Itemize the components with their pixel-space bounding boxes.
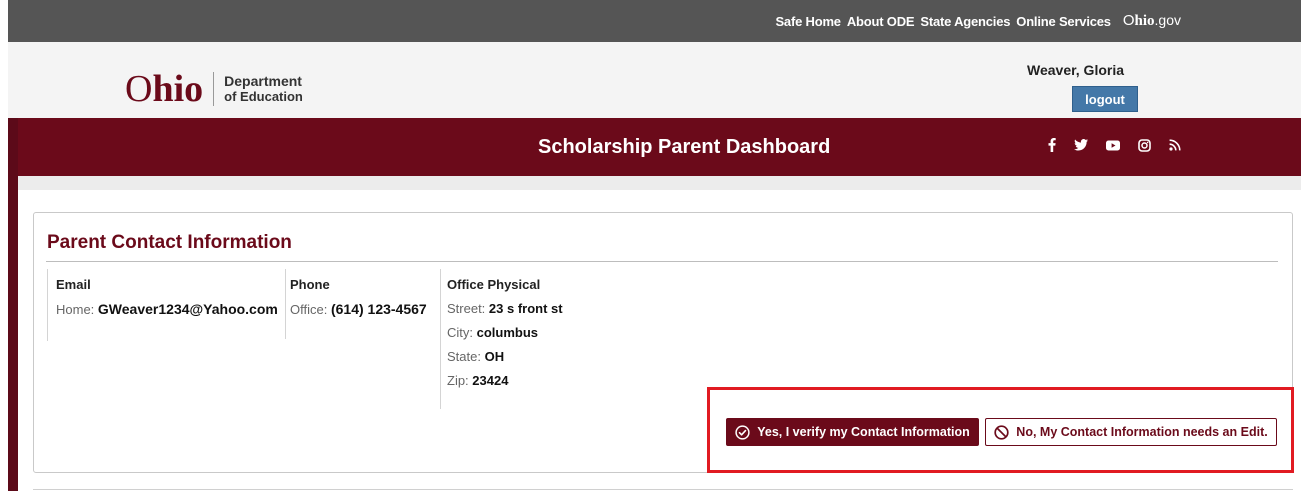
- logo-dept-line1: Department: [224, 73, 302, 89]
- street-value: 23 s front st: [488, 301, 563, 316]
- logo-divider: [213, 72, 215, 106]
- user-box: Weaver, Gloria logout: [1027, 62, 1147, 112]
- phone-office-value: (614) 123-4567: [330, 301, 427, 317]
- edit-contact-button[interactable]: No, My Contact Information needs an Edit…: [985, 418, 1277, 446]
- twitter-icon[interactable]: [1074, 137, 1088, 153]
- bottom-divider: [33, 489, 1293, 490]
- verify-contact-label: Yes, I verify my Contact Information: [757, 425, 970, 439]
- ban-icon: [994, 424, 1009, 440]
- online-services-link[interactable]: Online Services: [1016, 14, 1111, 29]
- banner: Scholarship Parent Dashboard: [8, 118, 1301, 176]
- page-title: Scholarship Parent Dashboard: [538, 136, 831, 158]
- youtube-icon[interactable]: [1106, 137, 1120, 153]
- page: Safe Home About ODE State Agencies Onlin…: [0, 0, 1301, 491]
- ohio-gov-suffix: .gov: [1154, 12, 1181, 28]
- street-row: Street: 23 s front st: [447, 301, 620, 316]
- email-home-row: Home: GWeaver1234@Yahoo.com: [56, 301, 285, 317]
- about-ode-link[interactable]: About ODE: [847, 14, 915, 29]
- logo-ohio-wordmark: Ohio: [125, 68, 204, 110]
- social-links: [1048, 137, 1181, 153]
- zip-row: Zip: 23424: [447, 373, 620, 388]
- email-home-label: Home:: [56, 302, 95, 317]
- city-row: City: columbus: [447, 325, 620, 340]
- state-label: State:: [447, 349, 481, 364]
- state-agencies-link[interactable]: State Agencies: [920, 14, 1010, 29]
- left-accent-bar: [8, 118, 18, 491]
- panel-title: Parent Contact Information: [47, 232, 292, 253]
- logout-button[interactable]: logout: [1072, 86, 1138, 112]
- phone-heading: Phone: [290, 277, 330, 292]
- rss-icon[interactable]: [1169, 137, 1181, 153]
- ohio-gov-hio: hio: [1134, 13, 1155, 29]
- city-value: columbus: [476, 325, 539, 340]
- edit-contact-label: No, My Contact Information needs an Edit…: [1016, 425, 1268, 439]
- email-column: Email Home: GWeaver1234@Yahoo.com: [47, 269, 285, 341]
- email-home-value: GWeaver1234@Yahoo.com: [97, 301, 278, 317]
- check-circle-icon: [735, 424, 750, 440]
- verify-contact-button[interactable]: Yes, I verify my Contact Information: [726, 418, 979, 446]
- logo-dept-line2: of Education: [224, 89, 303, 104]
- instagram-icon[interactable]: [1138, 137, 1151, 153]
- utility-links: Safe Home About ODE State Agencies Onlin…: [775, 12, 1181, 30]
- phone-office-label: Office:: [290, 302, 328, 317]
- email-heading: Email: [56, 277, 91, 292]
- ohio-gov-o: O: [1122, 12, 1135, 29]
- office-heading: Office Physical: [447, 277, 541, 292]
- office-column: Office Physical Street: 23 s front st Ci…: [440, 269, 620, 409]
- ohio-education-logo[interactable]: Ohio Department of Education: [125, 70, 303, 108]
- logo-department-text: Department of Education: [224, 73, 303, 105]
- zip-value: 23424: [472, 373, 509, 388]
- header: Ohio Department of Education Weaver, Glo…: [8, 42, 1301, 118]
- city-label: City:: [447, 325, 473, 340]
- safe-home-link[interactable]: Safe Home: [775, 14, 841, 29]
- state-value: OH: [484, 349, 505, 364]
- state-row: State: OH: [447, 349, 620, 364]
- zip-label: Zip:: [447, 373, 469, 388]
- phone-office-row: Office: (614) 123-4567: [290, 301, 440, 317]
- panel-divider: [46, 261, 1278, 262]
- gray-strip: [18, 176, 1301, 190]
- ohio-gov-link[interactable]: Ohio .gov: [1123, 12, 1181, 30]
- utility-bar: Safe Home About ODE State Agencies Onlin…: [8, 0, 1301, 42]
- user-name: Weaver, Gloria: [1027, 62, 1125, 78]
- facebook-icon[interactable]: [1048, 137, 1056, 153]
- street-label: Street:: [447, 301, 486, 316]
- phone-column: Phone Office: (614) 123-4567: [285, 269, 440, 339]
